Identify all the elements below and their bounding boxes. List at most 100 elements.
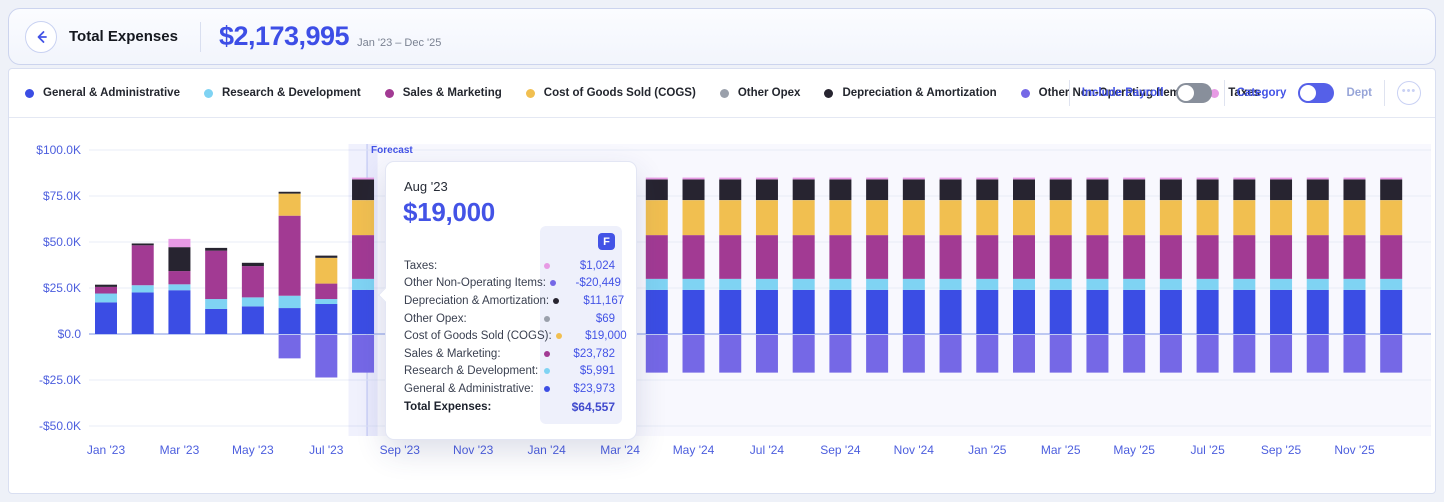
bar-segment-sm[interactable] xyxy=(1160,235,1182,279)
bar-segment-sm[interactable] xyxy=(1380,235,1402,279)
bar-segment-da[interactable] xyxy=(1197,179,1219,200)
bar-segment-gna[interactable] xyxy=(756,290,778,334)
bar-segment-rnd[interactable] xyxy=(1123,279,1145,290)
bar-segment-cogs[interactable] xyxy=(719,200,741,235)
bar-segment-cogs[interactable] xyxy=(1160,200,1182,235)
bar-segment-gna[interactable] xyxy=(1160,290,1182,334)
bar-segment-cogs[interactable] xyxy=(1123,200,1145,235)
bar-segment-da[interactable] xyxy=(829,179,851,200)
bar-segment-cogs[interactable] xyxy=(1233,200,1255,235)
bar-segment-rnd[interactable] xyxy=(756,279,778,290)
bar-segment-nonop[interactable] xyxy=(719,335,741,373)
bar-segment-sm[interactable] xyxy=(1123,235,1145,279)
bar-segment-cogs[interactable] xyxy=(1343,200,1365,235)
bar-segment-da[interactable] xyxy=(168,247,190,271)
bar-segment-nonop[interactable] xyxy=(646,335,668,373)
bar-segment-da[interactable] xyxy=(646,179,668,200)
bar-segment-rnd[interactable] xyxy=(1233,279,1255,290)
bar-segment-rnd[interactable] xyxy=(168,284,190,290)
bar-segment-cogs[interactable] xyxy=(756,200,778,235)
bar-segment-sm[interactable] xyxy=(1013,235,1035,279)
bar-segment-rnd[interactable] xyxy=(242,297,264,306)
bar-segment-rnd[interactable] xyxy=(866,279,888,290)
bar-segment-sm[interactable] xyxy=(719,235,741,279)
legend-item-da[interactable]: Depreciation & Amortization xyxy=(824,87,996,99)
bar-segment-gna[interactable] xyxy=(976,290,998,334)
bar-segment-rnd[interactable] xyxy=(315,299,337,304)
bar-segment-da[interactable] xyxy=(1013,179,1035,200)
bar-segment-nonop[interactable] xyxy=(1343,335,1365,373)
bar-segment-rnd[interactable] xyxy=(1086,279,1108,290)
bar-segment-nonop[interactable] xyxy=(315,335,337,378)
bar-segment-nonop[interactable] xyxy=(756,335,778,373)
more-options-button[interactable]: ••• xyxy=(1397,81,1421,105)
bar-segment-sm[interactable] xyxy=(1197,235,1219,279)
bar-segment-cogs[interactable] xyxy=(829,200,851,235)
bar-segment-rnd[interactable] xyxy=(793,279,815,290)
bar-segment-sm[interactable] xyxy=(168,271,190,284)
bar-segment-da[interactable] xyxy=(315,256,337,258)
bar-segment-cogs[interactable] xyxy=(1197,200,1219,235)
bar-segment-cogs[interactable] xyxy=(279,194,301,216)
bar-segment-nonop[interactable] xyxy=(1270,335,1292,373)
bar-segment-taxes[interactable] xyxy=(1050,178,1072,180)
bar-segment-cogs[interactable] xyxy=(940,200,962,235)
bar-segment-gna[interactable] xyxy=(168,290,190,334)
bar-segment-sm[interactable] xyxy=(1233,235,1255,279)
bar-segment-nonop[interactable] xyxy=(1086,335,1108,373)
bar-segment-da[interactable] xyxy=(1307,179,1329,200)
bar-segment-taxes[interactable] xyxy=(903,178,925,180)
bar-segment-nonop[interactable] xyxy=(1013,335,1035,373)
bar-segment-sm[interactable] xyxy=(95,287,117,294)
bar-segment-taxes[interactable] xyxy=(1380,178,1402,180)
bar-segment-da[interactable] xyxy=(1270,179,1292,200)
bar-segment-rnd[interactable] xyxy=(1160,279,1182,290)
bar-segment-rnd[interactable] xyxy=(719,279,741,290)
bar-segment-gna[interactable] xyxy=(352,290,374,334)
bar-segment-sm[interactable] xyxy=(793,235,815,279)
bar-segment-cogs[interactable] xyxy=(866,200,888,235)
bar-segment-da[interactable] xyxy=(1160,179,1182,200)
bar-segment-nonop[interactable] xyxy=(866,335,888,373)
bar-segment-rnd[interactable] xyxy=(1270,279,1292,290)
bar-segment-da[interactable] xyxy=(866,179,888,200)
bar-segment-da[interactable] xyxy=(719,179,741,200)
bar-segment-gna[interactable] xyxy=(1197,290,1219,334)
bar-segment-gna[interactable] xyxy=(1086,290,1108,334)
bar-segment-nonop[interactable] xyxy=(1233,335,1255,373)
bar-segment-sm[interactable] xyxy=(279,216,301,296)
bar-segment-da[interactable] xyxy=(1380,179,1402,200)
legend-item-rnd[interactable]: Research & Development xyxy=(204,87,361,99)
bar-segment-sm[interactable] xyxy=(242,266,264,297)
bar-segment-rnd[interactable] xyxy=(352,279,374,290)
bar-segment-rnd[interactable] xyxy=(1307,279,1329,290)
bar-segment-da[interactable] xyxy=(132,243,154,245)
bar-segment-sm[interactable] xyxy=(646,235,668,279)
bar-segment-taxes[interactable] xyxy=(168,239,190,247)
bar-segment-gna[interactable] xyxy=(1270,290,1292,334)
bar-segment-rnd[interactable] xyxy=(940,279,962,290)
bar-segment-nonop[interactable] xyxy=(903,335,925,373)
bar-segment-gna[interactable] xyxy=(315,304,337,334)
bar-segment-rnd[interactable] xyxy=(1013,279,1035,290)
bar-segment-da[interactable] xyxy=(1086,179,1108,200)
back-button[interactable] xyxy=(25,21,57,53)
bar-segment-sm[interactable] xyxy=(205,251,227,299)
legend-item-gna[interactable]: General & Administrative xyxy=(25,87,180,99)
bar-segment-sm[interactable] xyxy=(903,235,925,279)
bar-segment-nonop[interactable] xyxy=(829,335,851,373)
bar-segment-nonop[interactable] xyxy=(793,335,815,373)
bar-segment-nonop[interactable] xyxy=(683,335,705,373)
bar-segment-da[interactable] xyxy=(1123,179,1145,200)
bar-segment-nonop[interactable] xyxy=(940,335,962,373)
bar-segment-taxes[interactable] xyxy=(793,178,815,180)
bar-segment-da[interactable] xyxy=(1233,179,1255,200)
bar-segment-gna[interactable] xyxy=(1050,290,1072,334)
bar-segment-nonop[interactable] xyxy=(1050,335,1072,373)
bar-segment-rnd[interactable] xyxy=(646,279,668,290)
bar-segment-rnd[interactable] xyxy=(279,296,301,308)
bar-segment-rnd[interactable] xyxy=(1197,279,1219,290)
bar-segment-rnd[interactable] xyxy=(1380,279,1402,290)
bar-segment-cogs[interactable] xyxy=(1270,200,1292,235)
bar-segment-nonop[interactable] xyxy=(1160,335,1182,373)
